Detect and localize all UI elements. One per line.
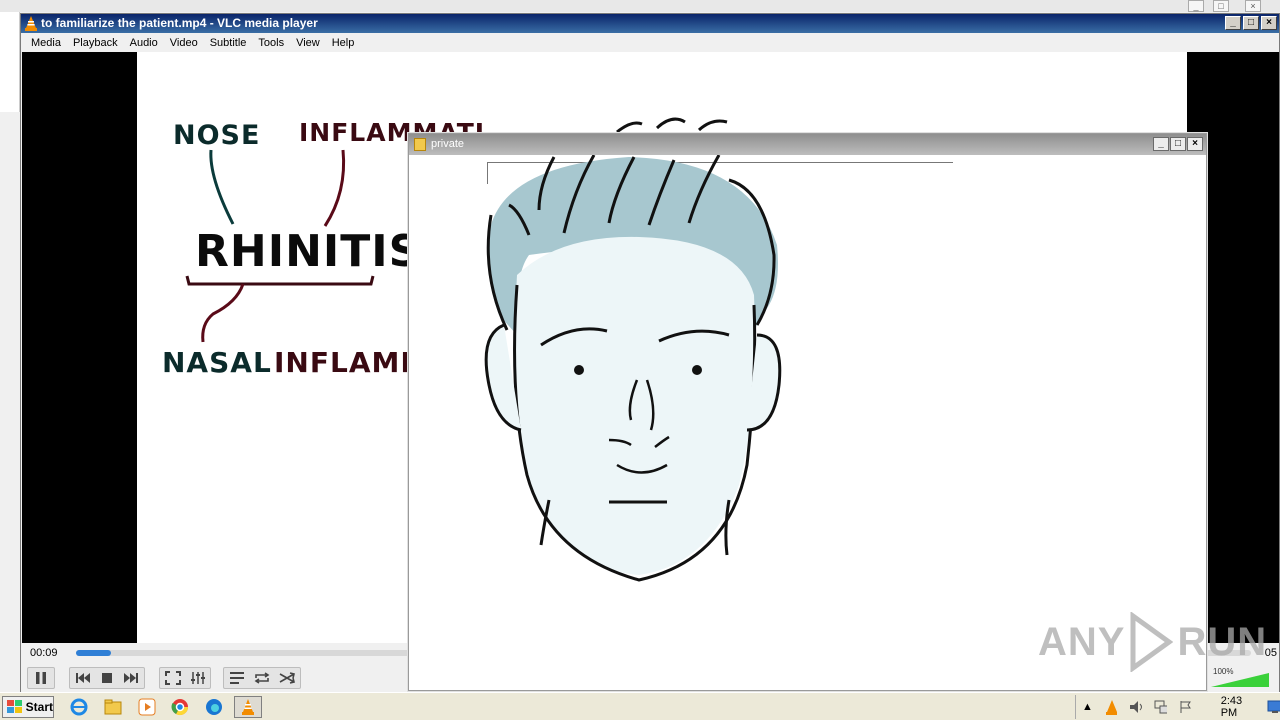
private-window-title: private [431,138,465,150]
chrome-icon[interactable] [168,696,192,718]
close-button[interactable]: × [1261,16,1277,30]
menu-subtitle[interactable]: Subtitle [204,37,253,49]
vlc-titlebar[interactable]: to familiarize the patient.mp4 - VLC med… [21,14,1279,33]
menu-help[interactable]: Help [326,37,361,49]
system-tray: ▲ 2:43 PM [1075,695,1280,719]
menu-audio[interactable]: Audio [124,37,164,49]
private-maximize-button[interactable]: □ [1170,137,1186,151]
pause-button[interactable] [27,667,55,689]
loop-icon[interactable] [254,671,270,685]
background-window-strip [0,0,1280,12]
window-title: to familiarize the patient.mp4 - VLC med… [41,16,318,30]
taskbar: Start ▲ 2:43 PM [0,692,1280,720]
network-icon[interactable] [1154,700,1168,714]
action-center-flag-icon[interactable] [1179,700,1191,714]
maximize-button[interactable]: □ [1243,16,1259,30]
shuffle-icon[interactable] [279,671,296,685]
private-minimize-button[interactable]: _ [1153,137,1169,151]
view-group [159,667,211,689]
watermark-text-left: ANY [1038,619,1126,664]
media-player-icon[interactable] [135,696,159,718]
background-maximize-button[interactable]: □ [1213,0,1229,12]
next-icon[interactable] [123,672,139,684]
internet-explorer-icon[interactable] [67,696,91,718]
playlist-group [223,667,301,689]
anyrun-watermark: ANY RUN [1038,612,1267,672]
file-explorer-icon[interactable] [101,696,125,718]
playlist-icon[interactable] [229,671,245,685]
background-close-button[interactable]: × [1245,0,1261,12]
pause-icon [36,672,46,684]
previous-icon[interactable] [75,672,91,684]
show-desktop-icon[interactable] [1267,700,1280,714]
menu-video[interactable]: Video [164,37,204,49]
windows-logo-icon [7,700,22,713]
menu-bar: Media Playback Audio Video Subtitle Tool… [21,33,1279,52]
menu-tools[interactable]: Tools [252,37,290,49]
vlc-taskbar-icon[interactable] [234,696,262,718]
elapsed-time: 00:09 [30,647,58,659]
menu-media[interactable]: Media [25,37,67,49]
private-close-button[interactable]: × [1187,137,1203,151]
stop-icon[interactable] [101,672,113,684]
play-logo-icon [1130,612,1174,672]
desktop: _ □ × to familiarize the patient.mp4 - V… [0,0,1280,720]
start-label: Start [25,700,53,714]
menu-view[interactable]: View [290,37,326,49]
extended-settings-icon[interactable] [190,671,206,685]
vlc-cone-icon [25,16,37,31]
private-window: private _ □ × [408,133,1207,691]
volume-icon[interactable] [1129,700,1142,714]
start-button[interactable]: Start [2,696,54,718]
fullscreen-icon[interactable] [164,671,181,685]
menu-playback[interactable]: Playback [67,37,124,49]
folder-icon [414,138,426,151]
seek-bar-fill [76,650,112,656]
vlc-tray-icon[interactable] [1105,699,1117,715]
clock[interactable]: 2:43 PM [1221,695,1255,719]
watermark-text-right: RUN [1177,619,1268,664]
background-minimize-button[interactable]: _ [1188,0,1204,12]
private-window-titlebar[interactable]: private _ □ × [409,134,1206,155]
background-window-edge [0,12,20,112]
transport-group [69,667,145,689]
edge-icon[interactable] [202,696,226,718]
show-hidden-icons-icon[interactable]: ▲ [1082,701,1093,713]
minimize-button[interactable]: _ [1225,16,1241,30]
